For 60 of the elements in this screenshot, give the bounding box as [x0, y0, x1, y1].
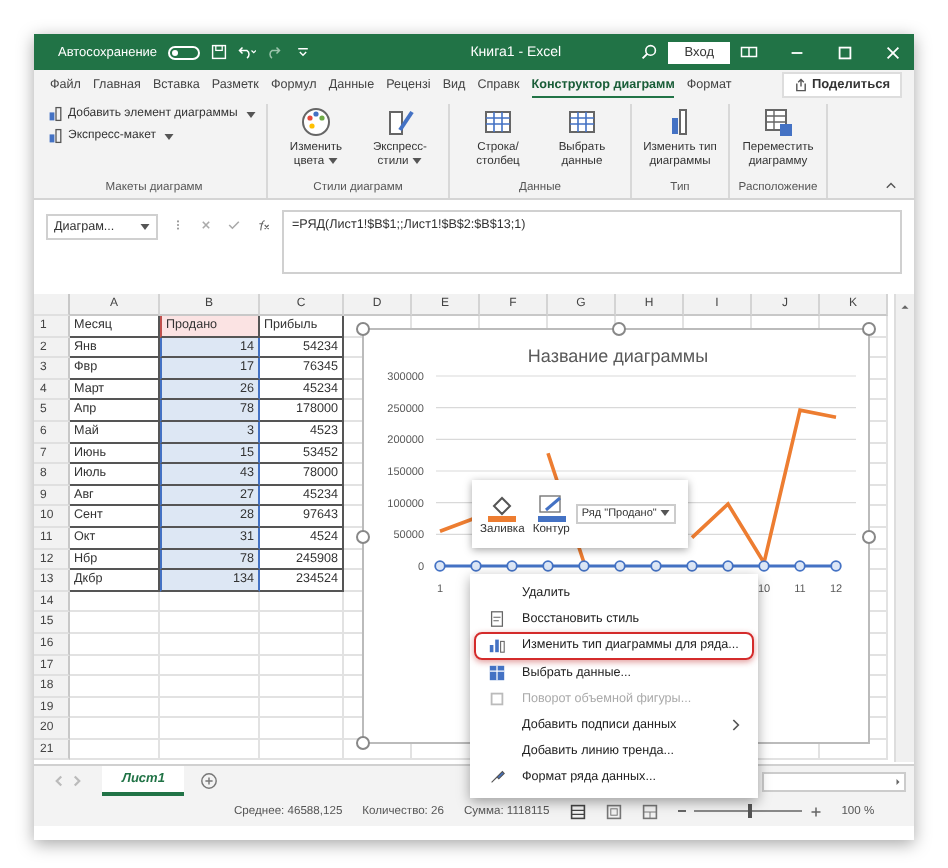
vertical-scrollbar[interactable] [894, 294, 914, 762]
caret-icon [412, 157, 423, 164]
horizontal-scrollbar[interactable] [762, 771, 906, 791]
caret-icon [163, 133, 174, 139]
bar-chart-icon [488, 636, 506, 655]
empty-cell [160, 612, 260, 634]
paint-bucket-icon [486, 493, 519, 521]
customize-icon[interactable] [293, 44, 312, 60]
caret-icon [328, 157, 339, 164]
empty-cell [160, 718, 260, 740]
layout-icon [48, 128, 64, 144]
add-sheet-icon[interactable] [200, 772, 219, 790]
resize-handle[interactable] [356, 322, 370, 336]
resize-handle[interactable] [356, 530, 370, 544]
page-layout-icon[interactable] [605, 803, 622, 819]
empty-cell [160, 676, 260, 698]
save-icon[interactable] [209, 44, 228, 60]
table-icon [488, 663, 506, 682]
series-markers[interactable] [434, 560, 842, 572]
zoom-slider-thumb[interactable] [747, 804, 752, 818]
series-line[interactable] [440, 564, 836, 568]
maximize-icon[interactable] [836, 43, 854, 61]
scroll-up-icon[interactable] [898, 300, 912, 314]
search-icon[interactable] [640, 44, 659, 60]
empty-cell [260, 739, 344, 761]
resize-handle[interactable] [862, 322, 876, 336]
empty-cell [160, 697, 260, 719]
autosave-toggle[interactable] [167, 45, 200, 59]
resize-handle[interactable] [862, 530, 876, 544]
empty-cell [160, 655, 260, 677]
zoom-in-icon[interactable] [809, 805, 822, 817]
redo-icon[interactable] [265, 44, 284, 60]
normal-view-icon[interactable] [569, 803, 586, 819]
chart-tool-icon [566, 106, 598, 138]
chart-tool-icon [482, 106, 514, 138]
add-element-icon [48, 106, 64, 122]
undo-icon[interactable] [237, 44, 256, 60]
close-icon[interactable] [884, 43, 902, 61]
caret-icon [660, 510, 671, 517]
pen-icon [535, 493, 568, 521]
insert-function-icon[interactable] [254, 216, 270, 234]
resize-handle[interactable] [356, 736, 370, 750]
collapse-ribbon-icon[interactable] [884, 178, 898, 192]
share-icon [793, 78, 808, 92]
scroll-right-icon[interactable] [892, 775, 904, 787]
reset-style-icon [488, 610, 506, 629]
page-break-icon[interactable] [641, 803, 658, 819]
empty-cell [160, 739, 260, 761]
caret-icon [245, 111, 256, 117]
caret-icon [140, 224, 150, 230]
empty-cell [160, 633, 260, 655]
cube-icon [488, 689, 506, 708]
chart-tool-icon [384, 106, 416, 138]
ribbon-display-icon[interactable] [740, 44, 758, 60]
chart-tool-icon [300, 106, 332, 138]
chart-title[interactable]: Название диаграммы [527, 346, 709, 366]
empty-cell [160, 591, 260, 613]
chart-tool-icon [762, 106, 794, 138]
resize-handle[interactable] [612, 322, 626, 336]
paint-brush-icon [488, 768, 506, 787]
